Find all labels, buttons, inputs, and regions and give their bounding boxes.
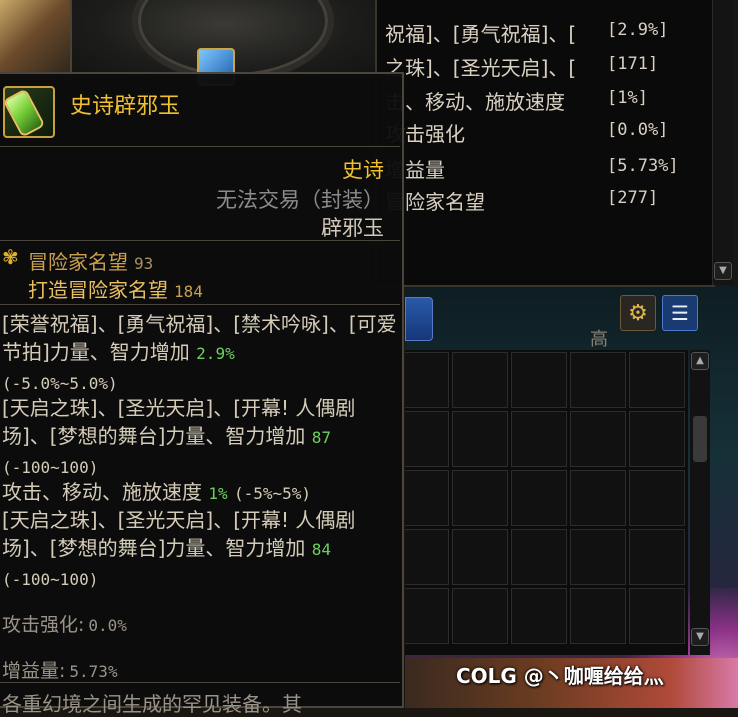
option-line: 攻击、移动、施放速度 1% (-5%~5%) [2,478,397,508]
stat-label: 冒险家名望 [385,190,485,214]
divider [0,682,400,683]
character-stats-panel: 祝福]、[勇气祝福]、[ [2.9%] 之珠]、[圣光天启]、[ [171] 击… [375,0,715,287]
gear-icon[interactable]: ⚙ [620,295,656,331]
item-type: 辟邪玉 [321,216,384,240]
fame-label: 冒险家名望 [28,250,128,274]
list-icon[interactable]: ☰ [662,295,698,331]
stats-scrollbar[interactable]: ▼ [712,0,733,285]
inventory-slot[interactable] [570,470,626,526]
inventory-slot[interactable] [405,411,449,467]
chevron-up-icon[interactable]: ▲ [691,352,709,370]
inventory-tab[interactable] [405,297,433,341]
jade-talisman-icon [3,86,55,138]
option-range: (-5.0%~5.0%) [2,374,118,393]
inventory-slot[interactable] [511,411,567,467]
inventory-slot[interactable] [452,470,508,526]
buff-value: 5.73% [69,662,118,681]
stat-value: [5.73%] [607,156,679,176]
option-text: [天启之珠]、[圣光天启]、[开幕! 人偶剧场]、[梦想的舞台]力量、智力增加 [2,508,356,560]
inventory-slot[interactable] [511,588,567,644]
inventory-slot[interactable] [452,588,508,644]
option-line: [天启之珠]、[圣光天启]、[开幕! 人偶剧场]、[梦想的舞台]力量、智力增加 … [2,506,397,594]
attack-boost-label: 攻击强化: [2,614,85,636]
option-range: (-5%~5%) [233,484,312,503]
trade-restriction: 无法交易（封装） [216,188,384,212]
buff-label: 增益量: [2,660,66,682]
inventory-slot[interactable] [570,529,626,585]
option-text: [天启之珠]、[圣光天启]、[开幕! 人偶剧场]、[梦想的舞台]力量、智力增加 [2,396,356,448]
inventory-slot[interactable] [452,411,508,467]
inventory-slot[interactable] [405,529,449,585]
stat-value: [171] [607,54,659,74]
option-value: 84 [311,540,332,559]
inventory-slot[interactable] [629,470,685,526]
option-value: 1% [208,484,228,503]
option-line: [天启之珠]、[圣光天启]、[开幕! 人偶剧场]、[梦想的舞台]力量、智力增加 … [2,394,397,482]
inventory-slot[interactable] [570,352,626,408]
option-range: (-100~100) [2,458,99,477]
option-value: 2.9% [196,344,235,363]
chevron-down-icon[interactable]: ▼ [691,628,709,646]
stat-value: [2.9%] [607,20,669,40]
fame-icon: ✾ [2,245,19,269]
chevron-down-icon[interactable]: ▼ [714,262,732,280]
inventory-hint: 高 [590,329,608,350]
stat-label: 攻击强化 [385,122,465,146]
inventory-grid [405,350,688,655]
inventory-slot[interactable] [570,411,626,467]
inventory-slot[interactable] [452,352,508,408]
inventory-scrollbar[interactable]: ▲ ▼ [690,350,710,655]
divider [0,146,400,147]
equipment-ornament-frame [70,0,377,86]
stat-label: 祝福]、[勇气祝福]、[ [385,22,577,46]
forge-fame-line: 打造冒险家名望 184 [28,274,203,303]
inventory-slot[interactable] [629,352,685,408]
divider [0,240,400,241]
background-artwork [0,0,70,80]
option-value: 87 [311,428,332,447]
stat-value: [0.0%] [607,120,669,140]
stat-label: 之珠]、[圣光天启]、[ [385,56,577,80]
stat-label: 增益量 [385,158,445,182]
inventory-slot[interactable] [629,529,685,585]
inventory-slot[interactable] [570,588,626,644]
buff-line: 增益量: 5.73% [2,656,118,683]
fame-value: 93 [134,254,154,273]
divider [0,304,400,305]
attack-boost-value: 0.0% [88,616,127,635]
stat-value: [1%] [607,88,648,108]
item-rarity: 史诗 [342,158,384,182]
inventory-slot[interactable] [511,352,567,408]
inventory-slot[interactable] [405,588,449,644]
colg-watermark: COLG @丶咖喱给给灬 [456,664,664,688]
inventory-slot[interactable] [405,470,449,526]
forge-fame-label: 打造冒险家名望 [28,278,168,302]
option-text: 攻击、移动、施放速度 [2,480,202,504]
option-line: [荣誉祝福]、[勇气祝福]、[禁术吟咏]、[可爱节拍]力量、智力增加 2.9% … [2,310,397,398]
fame-line: 冒险家名望 93 [28,246,153,275]
inventory-slot[interactable] [629,411,685,467]
stat-label: 击、移动、施放速度 [385,90,565,114]
stat-value: [277] [607,188,659,208]
item-tooltip: 史诗辟邪玉 史诗 无法交易（封装） 辟邪玉 ✾ 冒险家名望 93 打造冒险家名望 1… [0,72,404,716]
inventory-slot[interactable] [629,588,685,644]
inventory-slot[interactable] [452,529,508,585]
option-range: (-100~100) [2,570,99,589]
inventory-slot[interactable] [511,529,567,585]
flavor-text: 各重幻境之间生成的罕见装备。其 [2,692,302,716]
forge-fame-value: 184 [174,282,203,301]
scroll-thumb[interactable] [693,416,707,462]
attack-boost-line: 攻击强化: 0.0% [2,610,127,637]
inventory-slot[interactable] [511,470,567,526]
item-name: 史诗辟邪玉 [70,94,181,119]
inventory-header: 高 ⚙ ☰ [405,295,710,350]
inventory-slot[interactable] [405,352,449,408]
